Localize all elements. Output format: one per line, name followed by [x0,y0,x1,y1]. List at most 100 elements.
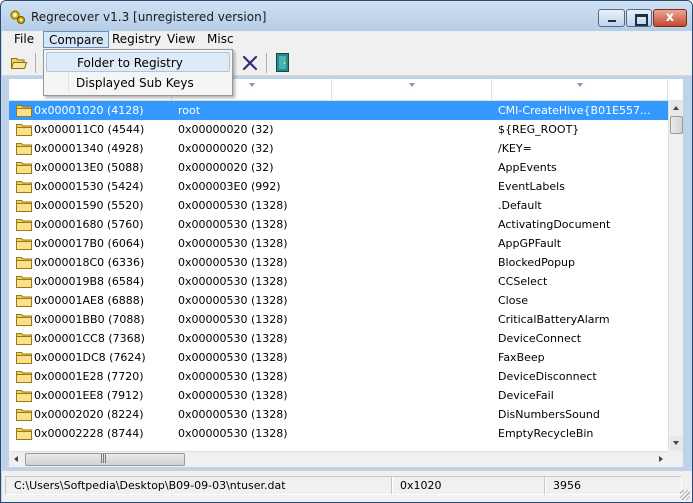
cell-offset: 0x00001EE8 (7912) [34,389,144,402]
cell-parent: 0x00000530 (1328) [178,427,288,440]
menu-compare[interactable]: Compare [43,31,110,48]
cell-parent: 0x00000530 (1328) [178,389,288,402]
toolbar-separator [35,53,36,73]
cell-parent: 0x00000530 (1328) [178,199,288,212]
list-row[interactable]: 0x00001AE8 (6888) 0x00000530 (1328) Close [9,291,668,310]
compare-menu-dropdown: Folder to Registry Displayed Sub Keys [43,49,233,96]
toolbar-separator [266,53,267,73]
scroll-down-button[interactable] [670,436,683,451]
menu-misc[interactable]: Misc [202,31,239,48]
cell-offset: 0x00002228 (8744) [34,427,144,440]
menu-bar: File Compare Registry View Misc [2,31,692,49]
cell-parent: 0x00000020 (32) [178,123,274,136]
exit-door-icon[interactable] [276,53,289,72]
scroll-up-button[interactable] [670,101,683,116]
list-row[interactable]: 0x00002020 (8224) 0x00000530 (1328) DisNum… [9,405,668,424]
cell-offset: 0x00001530 (5424) [34,180,144,193]
list-row[interactable]: 0x00001340 (4928) 0x00000020 (32) /KEY= [9,139,668,158]
cell-key-name: DisNumbersSound [498,408,600,421]
list-row[interactable]: 0x00001020 (4128) root CMI-CreateHive{B01E… [9,101,668,120]
cell-parent: 0x00000530 (1328) [178,351,288,364]
menu-item-displayed-sub-keys[interactable]: Displayed Sub Keys [46,73,230,93]
horizontal-scrollbar[interactable]: ||| [9,451,668,467]
list-row[interactable]: 0x00001BB0 (7088) 0x00000530 (1328) Critic… [9,310,668,329]
registry-key-list[interactable]: 0x00001020 (4128) root CMI-CreateHive{B01E… [9,101,668,451]
list-row[interactable]: 0x00001530 (5424) 0x000003E0 (992) EventLa… [9,177,668,196]
list-row[interactable]: 0x00001EE8 (7912) 0x00000530 (1328) Device… [9,386,668,405]
minimize-button[interactable] [598,9,625,27]
cell-key-name: DeviceFail [498,389,554,402]
open-folder-icon[interactable] [11,56,27,69]
scroll-corner [668,451,683,467]
folder-icon [16,428,32,440]
sort-arrow-icon [408,83,415,87]
delete-icon[interactable] [242,55,258,71]
list-row[interactable]: 0x00001590 (5520) 0x00000530 (1328) .Defau… [9,196,668,215]
list-row[interactable]: 0x000017B0 (6064) 0x00000530 (1328) AppGPF… [9,234,668,253]
folder-icon [16,276,32,288]
close-icon: x [665,10,675,25]
cell-offset: 0x00001BB0 (7088) [34,313,145,326]
window-title: Regrecover v1.3 [unregistered version] [31,10,267,24]
list-row[interactable]: 0x00002228 (8744) 0x00000530 (1328) EmptyR… [9,424,668,443]
list-row[interactable]: 0x00001680 (5760) 0x00000530 (1328) Activa… [9,215,668,234]
folder-icon [16,333,32,345]
list-row[interactable]: 0x00001CC8 (7368) 0x00000530 (1328) Device… [9,329,668,348]
list-row[interactable]: 0x000011C0 (4544) 0x00000020 (32) ${REG_RO… [9,120,668,139]
folder-icon [16,409,32,421]
cell-parent: 0x00000530 (1328) [178,294,288,307]
cell-parent: 0x000003E0 (992) [178,180,281,193]
app-gears-icon [10,10,25,24]
cell-offset: 0x00001CC8 (7368) [34,332,145,345]
folder-icon [16,238,32,250]
column-header-type[interactable] [332,79,492,101]
cell-key-name: Close [498,294,528,307]
arrow-up-icon [673,106,679,110]
status-offset: 0x1020 [391,476,546,495]
close-button[interactable]: x [653,9,687,27]
menu-registry[interactable]: Registry [107,31,166,48]
cell-parent: 0x00000530 (1328) [178,237,288,250]
cell-parent: 0x00000530 (1328) [178,313,288,326]
folder-icon [16,124,32,136]
list-row[interactable]: 0x000019B8 (6584) 0x00000530 (1328) CCSele… [9,272,668,291]
cell-key-name: ActivatingDocument [498,218,611,231]
column-header-name[interactable] [492,79,668,101]
app-window: Regrecover v1.3 [unregistered version] x… [0,0,693,503]
cell-key-name: .Default [498,199,542,212]
cell-offset: 0x00001680 (5760) [34,218,144,231]
list-row[interactable]: 0x000013E0 (5088) 0x00000020 (32) AppEvent… [9,158,668,177]
cell-key-name: DeviceDisconnect [498,370,597,383]
scroll-left-button[interactable] [9,453,24,467]
folder-icon [16,352,32,364]
cell-offset: 0x00001DC8 (7624) [34,351,146,364]
cell-key-name: AppEvents [498,161,557,174]
cell-offset: 0x000013E0 (5088) [34,161,144,174]
menu-item-folder-to-registry[interactable]: Folder to Registry [46,52,230,72]
folder-icon [16,295,32,307]
list-row[interactable]: 0x00001E28 (7720) 0x00000530 (1328) Device… [9,367,668,386]
status-file-path: C:\Users\Softpedia\Desktop\B09-09-03\ntu… [5,476,393,495]
list-row[interactable]: 0x000018C0 (6336) 0x00000530 (1328) Blocke… [9,253,668,272]
cell-offset: 0x00001E28 (7720) [34,370,144,383]
menu-file[interactable]: File [9,31,39,48]
cell-parent: 0x00000020 (32) [178,142,274,155]
cell-offset: 0x00001340 (4928) [34,142,144,155]
title-bar[interactable]: Regrecover v1.3 [unregistered version] x [1,1,692,31]
list-row[interactable]: 0x00001DC8 (7624) 0x00000530 (1328) FaxBee… [9,348,668,367]
menu-view[interactable]: View [162,31,200,48]
vertical-scrollbar[interactable] [668,101,683,451]
cell-offset: 0x00001590 (5520) [34,199,144,212]
cell-parent: 0x00000530 (1328) [178,218,288,231]
cell-parent: 0x00000530 (1328) [178,408,288,421]
cell-key-name: ${REG_ROOT} [498,123,580,136]
maximize-button[interactable] [626,9,652,27]
cell-parent: 0x00000530 (1328) [178,256,288,269]
horizontal-scroll-thumb[interactable]: ||| [25,453,185,466]
vertical-scroll-thumb[interactable] [670,116,683,134]
cell-key-name: CCSelect [498,275,548,288]
resize-grip[interactable] [680,490,690,500]
folder-icon [16,200,32,212]
cell-key-name: AppGPFault [498,237,562,250]
scroll-right-button[interactable] [653,453,668,467]
